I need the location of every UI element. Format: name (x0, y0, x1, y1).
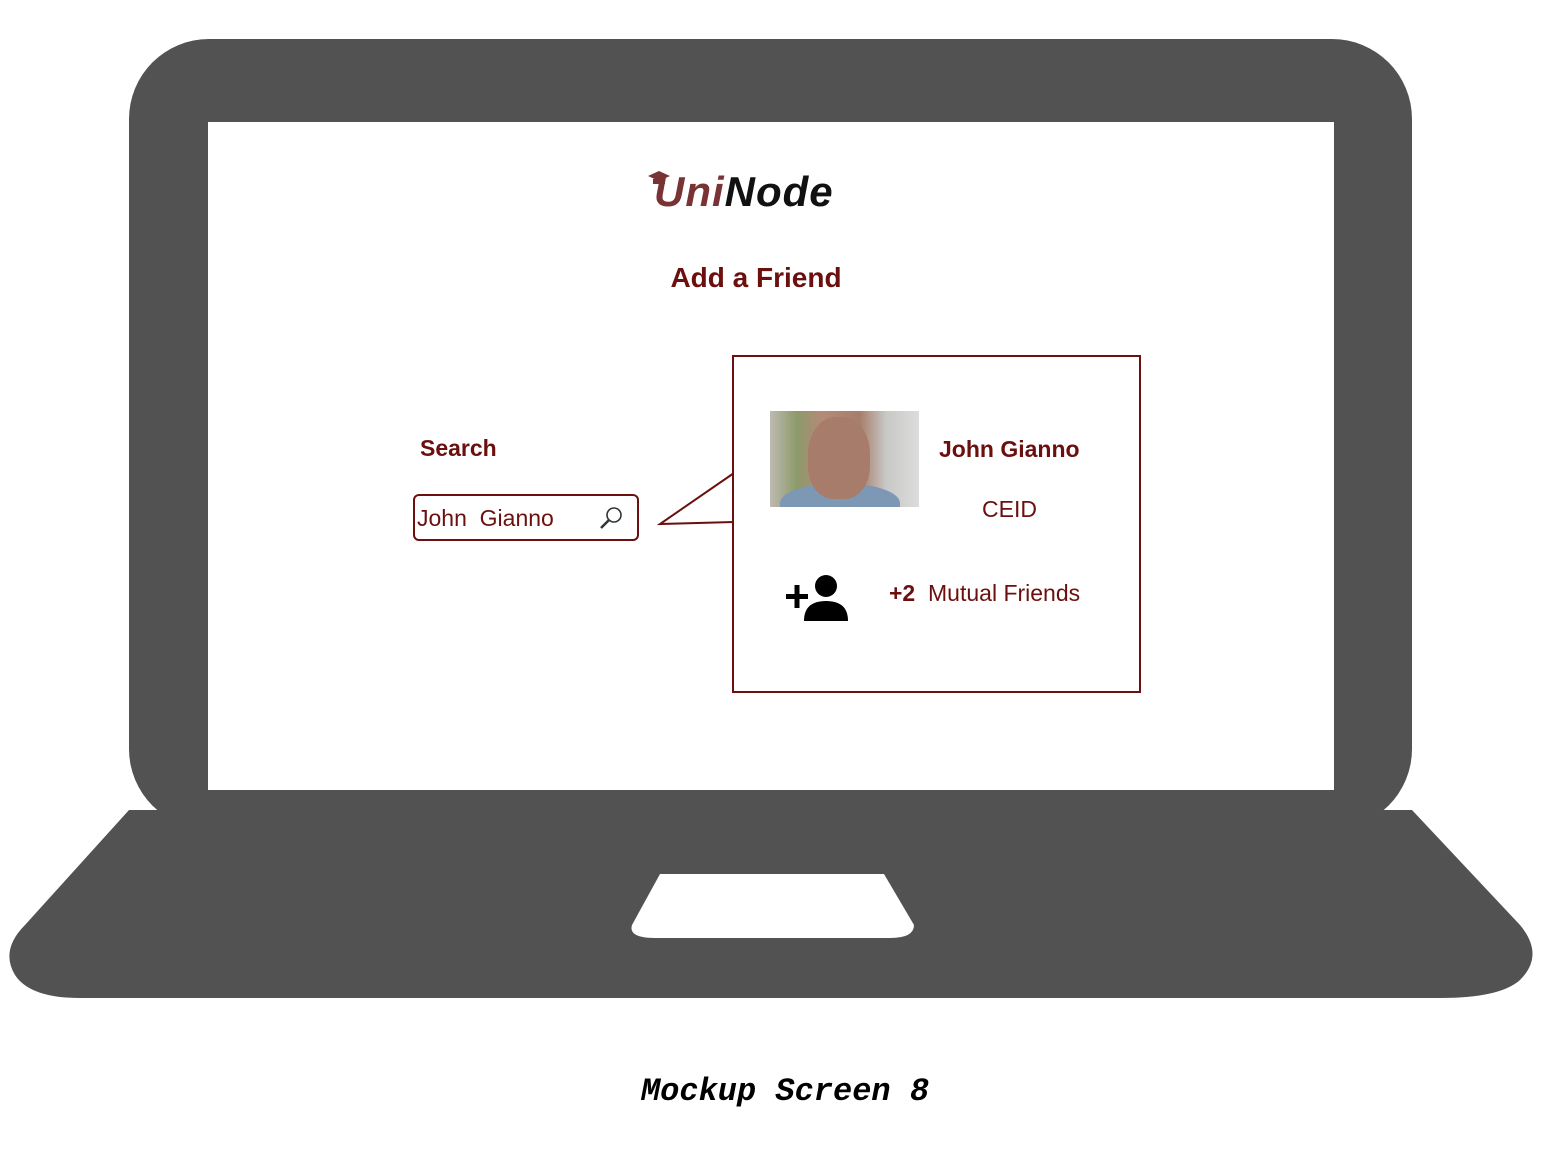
search-label: Search (420, 435, 497, 461)
search-input[interactable] (417, 505, 587, 532)
mutual-count: +2 (889, 580, 916, 606)
callout-pointer (656, 472, 735, 526)
logo-node: Node (724, 168, 834, 215)
mockup-caption: Mockup Screen 8 (640, 1073, 930, 1110)
mutual-friends: +2 Mutual Friends (889, 580, 1080, 607)
screen: UniNode Add a Friend Search John Gianno … (208, 122, 1334, 790)
add-friend-icon[interactable] (786, 575, 850, 623)
graduation-cap-icon (648, 171, 670, 184)
mutual-label: Mutual Friends (928, 580, 1081, 606)
uninode-logo: UniNode (648, 168, 834, 216)
page-title: Add a Friend (670, 262, 842, 293)
friend-result-card[interactable]: John Gianno CEID +2 Mutual Friends (732, 355, 1141, 693)
profile-photo (770, 411, 919, 507)
search-field[interactable] (413, 494, 639, 541)
trackpad (631, 874, 914, 938)
search-icon[interactable] (598, 506, 624, 532)
friend-department: CEID (982, 496, 1037, 522)
friend-name: John Gianno (939, 436, 1080, 462)
